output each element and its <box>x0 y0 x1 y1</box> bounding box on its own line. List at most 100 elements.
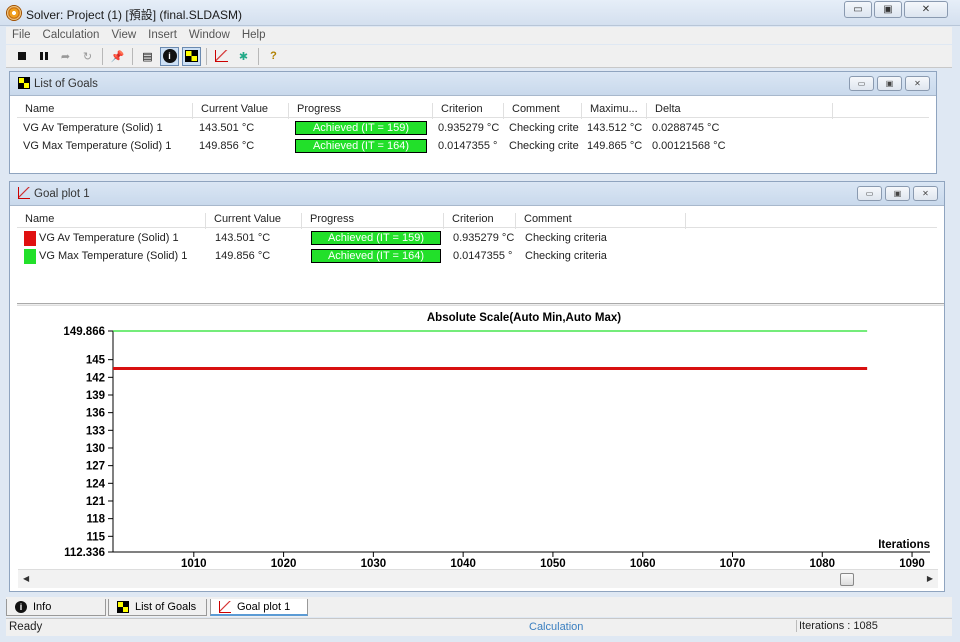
panel-maximize-button[interactable]: ▣ <box>885 186 910 201</box>
refresh-icon: ↻ <box>82 50 93 63</box>
table-row[interactable]: VG Max Temperature (Solid) 1 149.856 °C … <box>17 138 929 156</box>
pin-button[interactable]: 📌 <box>108 47 127 66</box>
y-tick-label: 112.336 <box>64 547 105 559</box>
col-criterion[interactable]: Criterion <box>433 103 504 119</box>
menu-file[interactable]: File <box>6 27 37 44</box>
panel-close-button[interactable]: ✕ <box>913 186 938 201</box>
scroll-left-arrow-icon[interactable]: ◀ <box>23 574 29 583</box>
pause-button[interactable] <box>34 47 53 66</box>
plot-goal-criterion: 0.935279 °C <box>453 232 515 244</box>
plot-goal-current-value: 143.501 °C <box>215 232 271 244</box>
goal-delta: 0.00121568 °C <box>652 140 726 152</box>
stop-button[interactable] <box>12 47 31 66</box>
menu-help[interactable]: Help <box>236 27 272 44</box>
tab-goal-plot-1-label: Goal plot 1 <box>237 601 291 613</box>
menu-window[interactable]: Window <box>183 27 236 44</box>
toolbar-separator <box>258 47 259 65</box>
goal-name: VG Av Temperature (Solid) 1 <box>23 122 163 134</box>
plot-goal-criterion: 0.0147355 ° <box>453 250 513 262</box>
y-tick-label: 145 <box>86 355 106 367</box>
menu-calculation[interactable]: Calculation <box>37 27 106 44</box>
help-button[interactable]: ? <box>264 47 283 66</box>
goal-maximum: 143.512 °C <box>587 122 643 134</box>
plot-goal-progress-bar: Achieved (IT = 164) <box>311 249 441 263</box>
help-icon: ? <box>270 50 277 62</box>
minimize-button[interactable]: ▭ <box>844 1 872 18</box>
pause-icon <box>39 52 48 60</box>
toolbar-separator <box>102 47 103 65</box>
menu-view[interactable]: View <box>105 27 142 44</box>
plot-goal-comment: Checking criteria <box>525 232 607 244</box>
y-tick-label: 139 <box>86 390 105 402</box>
col-progress[interactable]: Progress <box>302 213 444 229</box>
checkered-flag-icon <box>18 77 30 89</box>
y-tick-label: 136 <box>86 408 105 420</box>
chart-horizontal-scrollbar[interactable]: ◀ ▶ <box>18 569 938 588</box>
goal-progress-bar: Achieved (IT = 159) <box>295 121 427 135</box>
goal-delta: 0.0288745 °C <box>652 122 720 134</box>
maximize-button[interactable]: ▣ <box>874 1 902 18</box>
list-of-goals-panel: List of Goals ▭ ▣ ✕ Name Current Value P… <box>9 71 937 174</box>
plot-goal-name: VG Max Temperature (Solid) 1 <box>39 250 188 262</box>
toolbar-separator <box>132 47 133 65</box>
y-tick-label: 118 <box>86 514 105 526</box>
series-color-swatch <box>24 249 36 264</box>
goal-maximum: 149.865 °C <box>587 140 643 152</box>
scroll-right-arrow-icon[interactable]: ▶ <box>927 574 933 583</box>
panel-minimize-button[interactable]: ▭ <box>849 76 874 91</box>
goals-button[interactable] <box>182 46 201 66</box>
x-tick-label: 1060 <box>630 558 656 568</box>
preview-button[interactable]: ✱ <box>234 47 253 66</box>
document-icon: ▤ <box>142 50 153 63</box>
y-tick-label: 115 <box>86 531 105 543</box>
goal-current-value: 149.856 °C <box>199 140 255 152</box>
y-tick-label: 121 <box>86 496 106 508</box>
col-comment[interactable]: Comment <box>504 103 582 119</box>
col-name[interactable]: Name <box>17 103 193 119</box>
plot-goal-comment: Checking criteria <box>525 250 607 262</box>
plot-icon <box>215 50 228 62</box>
plot-goal-name: VG Av Temperature (Solid) 1 <box>39 232 179 244</box>
col-criterion[interactable]: Criterion <box>444 213 516 229</box>
chart-title: Absolute Scale(Auto Min,Auto Max) <box>427 312 621 324</box>
close-button[interactable]: ✕ <box>904 1 948 18</box>
tab-list-of-goals[interactable]: List of Goals <box>108 599 207 616</box>
tab-goal-plot-1[interactable]: Goal plot 1 <box>210 599 308 616</box>
menu-bar: File Calculation View Insert Window Help <box>6 27 952 44</box>
info-button[interactable]: i <box>160 46 179 66</box>
panel-close-button[interactable]: ✕ <box>905 76 930 91</box>
col-delta[interactable]: Delta <box>647 103 833 119</box>
x-tick-label: 1020 <box>271 558 297 568</box>
col-progress[interactable]: Progress <box>289 103 433 119</box>
y-tick-label: 124 <box>86 478 106 490</box>
y-tick-label: 142 <box>86 372 105 384</box>
col-current-value[interactable]: Current Value <box>206 213 302 229</box>
refresh-button[interactable]: ↻ <box>78 47 97 66</box>
step-button[interactable]: ➦ <box>56 47 75 66</box>
panel-maximize-button[interactable]: ▣ <box>877 76 902 91</box>
status-calculation: Calculation <box>529 621 584 633</box>
col-name[interactable]: Name <box>17 213 206 229</box>
goal-plot-button[interactable] <box>212 47 231 66</box>
log-button[interactable]: ▤ <box>138 47 157 66</box>
info-icon: i <box>162 49 177 63</box>
plot-divider <box>17 303 944 306</box>
table-row[interactable]: VG Av Temperature (Solid) 1 143.501 °C A… <box>17 230 937 248</box>
menu-insert[interactable]: Insert <box>142 27 183 44</box>
panel-minimize-button[interactable]: ▭ <box>857 186 882 201</box>
x-tick-label: 1050 <box>540 558 566 568</box>
table-row[interactable]: VG Max Temperature (Solid) 1 149.856 °C … <box>17 248 937 266</box>
checkered-flag-icon <box>117 601 129 613</box>
plot-icon <box>219 601 231 613</box>
table-row[interactable]: VG Av Temperature (Solid) 1 143.501 °C A… <box>17 120 929 138</box>
col-maximum[interactable]: Maximu... <box>582 103 647 119</box>
col-comment[interactable]: Comment <box>516 213 686 229</box>
goal-criterion: 0.0147355 ° <box>438 140 498 152</box>
status-iterations: Iterations : 1085 <box>796 620 941 632</box>
goal-comment: Checking crite <box>509 140 579 152</box>
tab-info[interactable]: i Info <box>6 599 106 616</box>
tab-list-of-goals-label: List of Goals <box>135 601 197 613</box>
solver-app-icon <box>6 5 22 21</box>
scrollbar-thumb[interactable] <box>840 573 854 586</box>
col-current-value[interactable]: Current Value <box>193 103 289 119</box>
